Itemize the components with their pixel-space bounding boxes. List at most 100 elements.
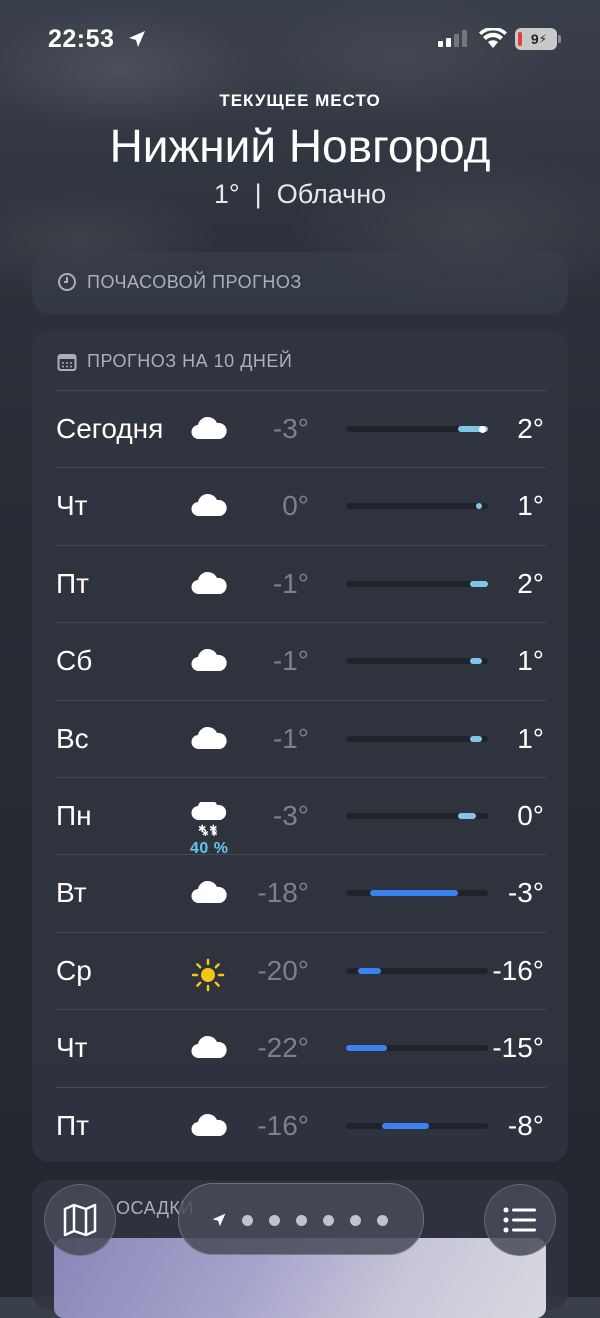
current-location-label: ТЕКУЩЕЕ МЕСТО [219,91,381,110]
temperature-range-fill [369,890,459,897]
day-label: Чт [56,1032,88,1064]
temperature-range-bar [346,967,488,974]
low-temperature: -3° [272,800,309,831]
day-label: Ср [56,954,92,986]
ten-day-forecast-card[interactable]: ПРОГНОЗ НА 10 ДНЕЙ Сегодня -3° 2° Чт 0° 1° Пт -… [32,330,568,1162]
high-temperature: -16° [492,954,544,986]
high-temperature: 1° [517,645,544,677]
forecast-row[interactable]: Вс -1° 1° [56,699,546,778]
forecast-row[interactable]: Сегодня -3° 2° [56,390,546,468]
cloud-icon [190,1112,228,1143]
temperature-range-fill [470,735,483,742]
high-temperature: 2° [517,413,544,444]
battery-indicator: 9 ⚡ [515,28,557,50]
list-icon [503,1207,536,1233]
forecast-row[interactable]: Чт 0° 1° [56,467,546,545]
cloud-icon [190,1034,228,1065]
low-temperature: -1° [272,645,309,677]
high-temperature: 1° [517,490,544,522]
temperature-range-fill [357,967,382,974]
temperature-range-bar [346,425,488,433]
page-dot[interactable] [350,1215,361,1226]
high-temperature: -3° [507,877,544,909]
current-temperature-dot [479,425,487,433]
day-label: Чт [56,490,88,522]
svg-text:✱ ✱: ✱ ✱ [202,829,218,836]
page-dot[interactable] [377,1215,388,1226]
forecast-row[interactable]: Вт -18° -3° [56,854,546,932]
temperature-range-bar [346,1122,488,1129]
forecast-row[interactable]: Ср -20° -16° [56,931,546,1010]
low-temperature: -1° [272,567,309,599]
day-label: Вс [56,722,89,754]
city-name: Нижний Новгород [109,120,491,172]
day-label: Пт [56,567,89,599]
temperature-range-bar [346,735,488,742]
location-list-button[interactable] [484,1184,556,1256]
snow-cloud-icon: ✱ ✱ ✱ ✱ [190,798,228,841]
location-arrow-icon [129,31,145,47]
temperature-range-fill [381,1122,429,1129]
page-dot[interactable] [269,1215,280,1226]
temperature-range-fill [476,503,483,510]
location-header: ТЕКУЩЕЕ МЕСТО Нижний Новгород 1° | Облач… [0,90,600,212]
cellular-signal-icon [438,30,467,47]
temperature-range-bar [346,580,488,587]
temperature-range-fill [470,580,488,587]
location-arrow-icon [212,1213,226,1227]
map-icon [63,1203,97,1237]
cloud-icon [190,415,228,446]
cloud-icon [190,570,228,601]
day-label: Вт [56,877,87,909]
temperature-range-bar [346,658,488,665]
hourly-forecast-label: ПОЧАСОВОЙ ПРОГНОЗ [87,272,302,292]
high-temperature: -15° [492,1032,544,1064]
day-label: Пт [56,1109,89,1141]
low-temperature: -18° [257,877,309,909]
current-conditions: 1° | Облачно [213,179,387,209]
clock-icon [58,273,76,291]
day-label: Сб [56,645,93,677]
low-temperature: -1° [272,722,309,754]
calendar-icon [57,354,77,371]
cloud-icon [190,647,228,678]
day-label: Сегодня [56,413,164,444]
temperature-range-bar [346,813,488,819]
high-temperature: 1° [517,722,544,754]
high-temperature: 0° [517,800,544,831]
day-label: Пн [56,800,92,831]
temperature-range-fill [458,813,477,819]
page-dot[interactable] [296,1215,307,1226]
high-temperature: 2° [517,567,544,599]
page-dot[interactable] [242,1215,253,1226]
forecast-row[interactable]: Пт -16° -8° [56,1086,546,1165]
location-pager[interactable] [178,1183,424,1255]
temperature-range-bar [346,503,488,510]
temperature-range-bar [346,1045,488,1052]
temperature-range-fill [346,1045,388,1052]
temperature-range-bar [346,890,488,897]
forecast-row[interactable]: Сб -1° 1° [56,622,546,700]
charging-bolt-icon: ⚡ [538,32,548,46]
low-temperature: -3° [272,413,309,444]
low-temperature: -16° [257,1109,309,1141]
battery-level: 9 [530,31,539,47]
wifi-icon [479,28,507,48]
forecast-row[interactable]: Пт -1° 2° [56,544,546,623]
page-dot[interactable] [323,1215,334,1226]
status-bar: 22:53 9 ⚡ [0,0,600,80]
low-temperature: -20° [257,954,309,986]
battery-cap [558,35,561,43]
cloud-icon [190,492,228,523]
temperature-range-fill [470,658,483,665]
forecast-row[interactable]: Пн ✱ ✱ ✱ ✱ 40 % -3° 0° [56,777,546,857]
map-button[interactable] [44,1184,116,1256]
high-temperature: -8° [507,1109,544,1141]
hourly-forecast-card[interactable]: ПОЧАСОВОЙ ПРОГНОЗ [32,252,568,314]
low-temperature: 0° [282,490,309,522]
bottom-toolbar [0,1180,600,1297]
forecast-row[interactable]: Чт -22° -15° [56,1009,546,1087]
clock: 22:53 [48,25,115,53]
cloud-icon [190,879,228,910]
low-temperature: -22° [257,1032,309,1064]
